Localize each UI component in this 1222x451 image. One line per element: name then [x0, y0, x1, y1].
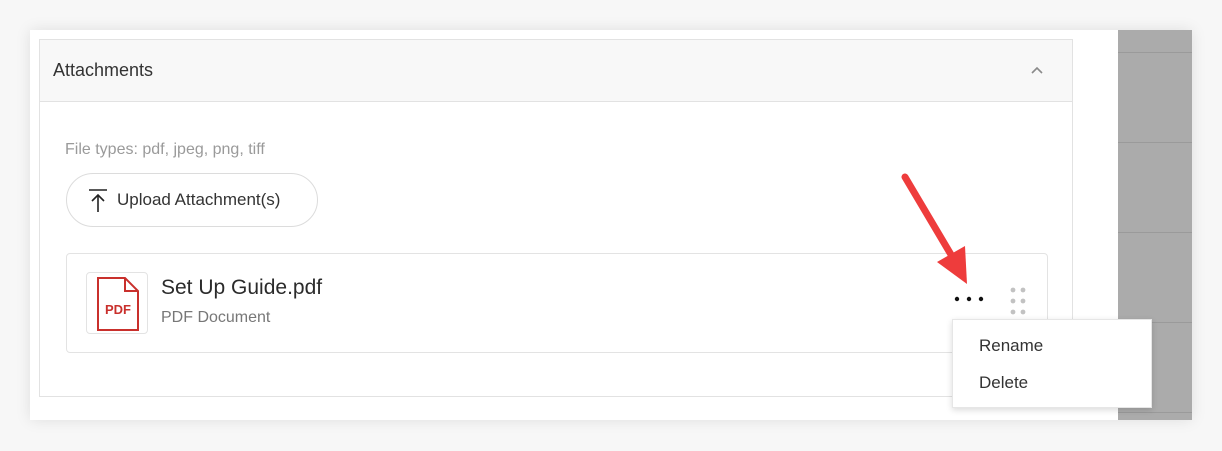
upload-button-label: Upload Attachment(s): [117, 190, 281, 209]
attachments-panel-header[interactable]: Attachments: [40, 40, 1072, 102]
upload-attachments-button[interactable]: Upload Attachment(s): [66, 173, 318, 227]
overlay-divider: [1118, 52, 1192, 53]
annotation-arrow: [901, 173, 967, 284]
attachment-type: PDF Document: [161, 309, 271, 326]
overlay-divider: [1118, 232, 1192, 233]
pdf-file-icon: PDF: [86, 272, 148, 334]
drag-handle-icon[interactable]: [1009, 286, 1027, 316]
more-horizontal-icon[interactable]: [952, 292, 986, 306]
file-types-hint: File types: pdf, jpeg, png, tiff: [65, 141, 265, 158]
screenshot-canvas: Attachments File types: pdf, jpeg, png, …: [0, 0, 1222, 451]
menu-item-rename[interactable]: Rename: [953, 328, 1151, 364]
upload-icon: [88, 188, 108, 214]
chevron-up-icon[interactable]: [1030, 64, 1044, 78]
attachment-name[interactable]: Set Up Guide.pdf: [161, 276, 322, 300]
overlay-divider: [1118, 412, 1192, 413]
menu-item-label: Delete: [979, 373, 1029, 392]
panel-title: Attachments: [53, 60, 154, 80]
overlay-divider: [1118, 142, 1192, 143]
pdf-thumb-label: PDF: [105, 302, 131, 317]
attachment-context-menu: Rename Delete: [952, 319, 1152, 408]
menu-item-label: Rename: [979, 336, 1044, 355]
menu-item-delete[interactable]: Delete: [953, 365, 1151, 401]
